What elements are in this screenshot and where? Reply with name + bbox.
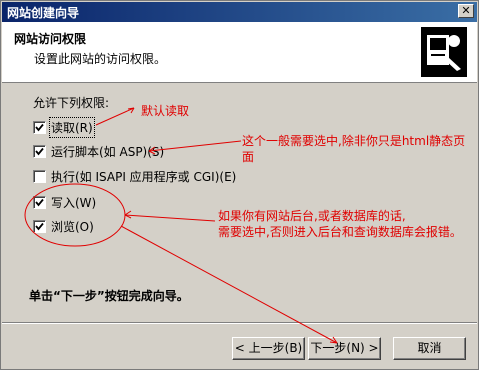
write-browse-highlight bbox=[24, 183, 126, 247]
arrowhead bbox=[124, 210, 132, 219]
annotation-write-note-2: 需要选中,否则进入后台和查询数据库会报错。 bbox=[218, 225, 462, 239]
arrow-script bbox=[148, 140, 242, 152]
annotation-default-read: 默认读取 bbox=[141, 104, 190, 118]
arrow-write-note bbox=[124, 214, 216, 222]
arrow-to-next bbox=[120, 225, 338, 344]
annotation-write-note-1: 如果你有网站后台,或者数据库的话, bbox=[218, 209, 406, 223]
annotation-script-note-1: 这个一般需要选中,除非你只是html静态页 bbox=[242, 134, 466, 148]
annotation-overlay bbox=[24, 107, 338, 344]
arrow-default-read bbox=[95, 107, 135, 126]
wizard-window: 网站创建向导 ✕ 网站访问权限 设置此网站的访问权限。 允许下列权限: 读取(R… bbox=[0, 0, 479, 370]
annotation-script-note-2: 面 bbox=[242, 150, 255, 164]
